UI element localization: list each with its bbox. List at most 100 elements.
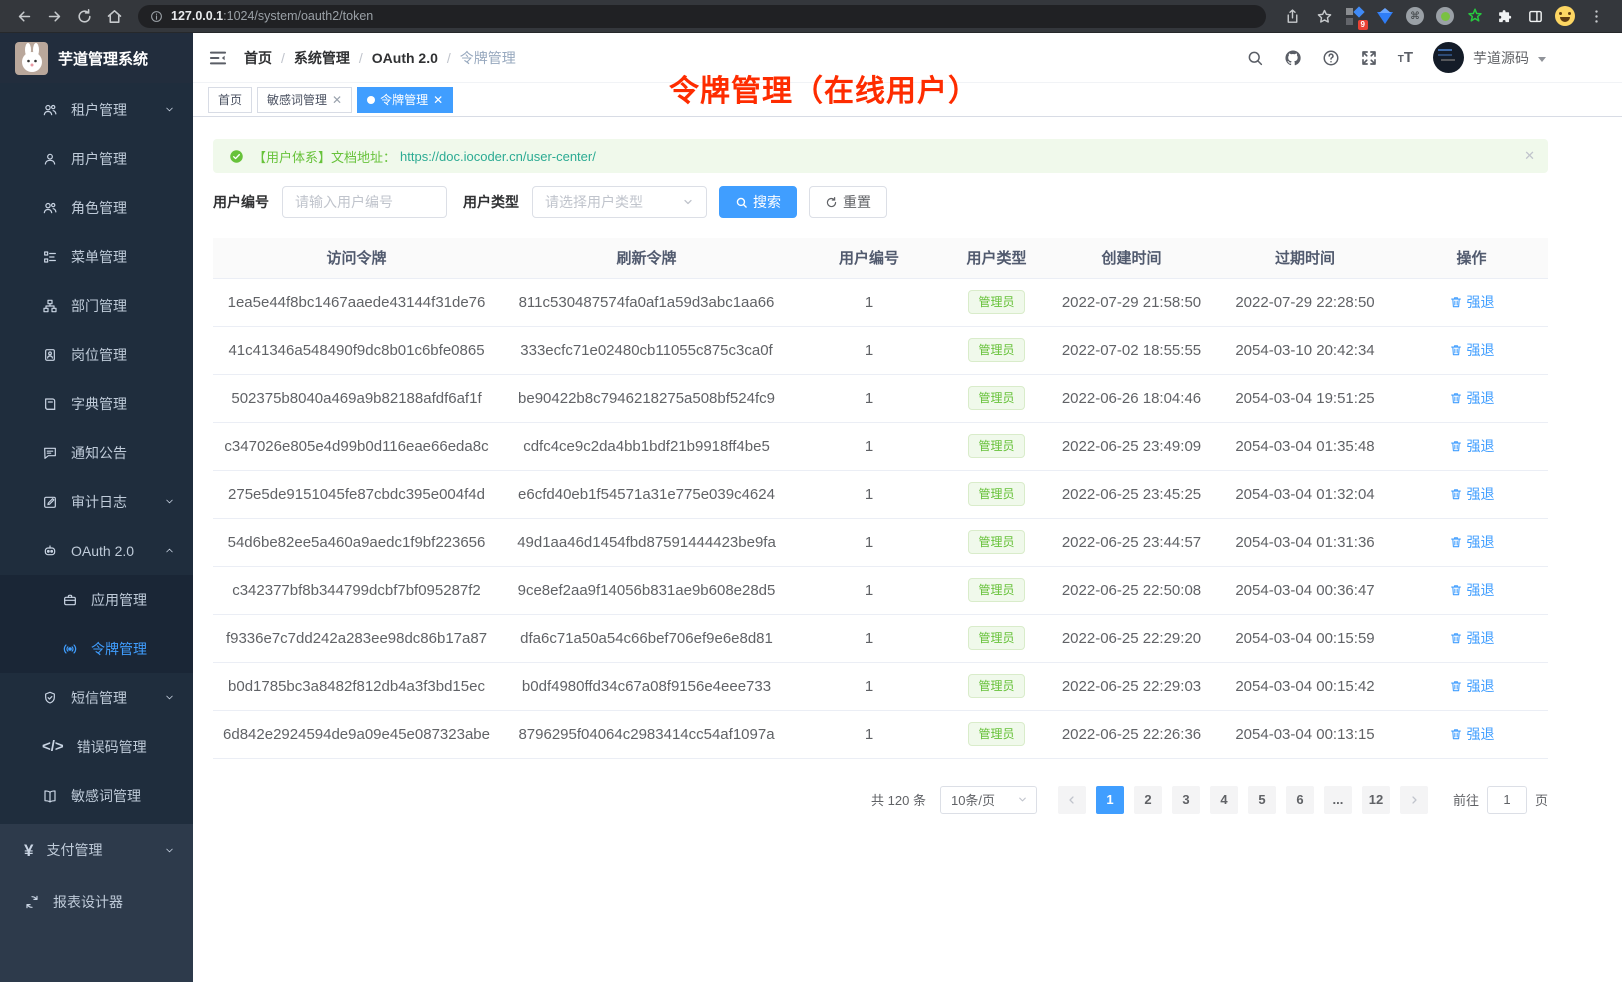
column-header: 刷新令牌 [500,238,793,278]
prev-page-button[interactable] [1058,786,1086,814]
compass-icon [24,894,40,910]
sidebar-item-user[interactable]: 用户管理 [0,134,193,183]
sidebar-item-sms[interactable]: 短信管理 [0,673,193,722]
force-logout-button[interactable]: 强退 [1449,580,1495,600]
trash-icon [1449,391,1463,405]
force-logout-button[interactable]: 强退 [1449,388,1495,408]
command-extension-icon[interactable]: ⌘ [1402,3,1428,29]
tab-close-icon[interactable]: ✕ [332,94,342,106]
github-icon[interactable] [1284,49,1302,67]
sidebar-item-error-code[interactable]: </>错误码管理 [0,722,193,771]
sidebar-item-menu[interactable]: 菜单管理 [0,232,193,281]
breadcrumb-item[interactable]: 系统管理 [294,48,350,68]
share-icon[interactable] [1278,3,1306,29]
force-logout-button[interactable]: 强退 [1449,676,1495,696]
user-menu[interactable]: 芋道源码 [1433,42,1546,73]
force-logout-button[interactable]: 强退 [1449,436,1495,456]
cell-access-token: c342377bf8b344799dcbf7bf095287f2 [213,566,500,614]
reset-button[interactable]: 重置 [809,186,887,218]
sidebar-item-role[interactable]: 角色管理 [0,183,193,232]
browser-forward-button[interactable] [40,3,68,29]
cell-user-type: 管理员 [945,566,1048,614]
font-size-icon[interactable]: TT [1398,50,1413,65]
goto-page-input[interactable] [1487,786,1527,814]
browser-reload-button[interactable] [70,3,98,29]
tab-home[interactable]: 首页 [208,87,252,113]
cell-create-time: 2022-06-25 23:49:09 [1048,422,1215,470]
app-icon [62,592,78,608]
sidebar-item-notice[interactable]: 通知公告 [0,428,193,477]
force-logout-button[interactable]: 强退 [1449,724,1495,744]
sidebar-fold-icon[interactable] [208,48,228,68]
sidebar-item-oauth2-app[interactable]: 应用管理 [0,575,193,624]
tab-token[interactable]: 令牌管理✕ [357,87,453,113]
chevron-down-icon [164,692,175,703]
page-ellipsis-button[interactable]: ... [1324,786,1352,814]
force-logout-button[interactable]: 强退 [1449,292,1495,312]
tab-sensitive-word[interactable]: 敏感词管理✕ [257,87,352,113]
tab-close-icon[interactable]: ✕ [433,94,443,106]
page-button-6[interactable]: 6 [1286,786,1314,814]
browser-menu-icon[interactable] [1582,3,1610,29]
help-icon[interactable] [1322,49,1340,67]
table-row: 54d6be82ee5a460a9aedc1f9bf22365649d1aa46… [213,518,1548,566]
sidebar-item-sensitive-word[interactable]: 敏感词管理 [0,771,193,820]
sidebar-item-pay[interactable]: ¥支付管理 [0,824,193,876]
browser-back-button[interactable] [10,3,38,29]
app-logo[interactable]: 芋道管理系统 [0,33,193,83]
browser-toolbar: 127.0.0.1:1024/system/oauth2/token 9 ⌘ [0,0,1622,33]
cell-expire-time: 2054-03-04 01:32:04 [1215,470,1395,518]
goto-label: 前往 [1453,790,1479,809]
address-bar[interactable]: 127.0.0.1:1024/system/oauth2/token [138,5,1266,28]
search-icon[interactable] [1246,49,1264,67]
trash-icon [1449,535,1463,549]
gem-extension-icon[interactable] [1372,3,1398,29]
page-size-select[interactable]: 10条/页 [940,786,1037,814]
user-type-badge: 管理员 [968,338,1024,362]
url-text: 127.0.0.1:1024/system/oauth2/token [171,9,373,23]
breadcrumb-item[interactable]: OAuth 2.0 [372,50,438,66]
site-info-icon[interactable] [150,10,163,23]
breadcrumb-item[interactable]: 首页 [244,48,272,68]
cell-user-id: 1 [793,662,945,710]
force-logout-button[interactable]: 强退 [1449,628,1495,648]
side-panel-icon[interactable] [1522,3,1548,29]
cell-action: 强退 [1395,710,1548,758]
cell-refresh-token: e6cfd40eb1f54571a31e775e039c4624 [500,470,793,518]
extensions-puzzle-icon[interactable] [1492,3,1518,29]
page-button-5[interactable]: 5 [1248,786,1276,814]
doc-link[interactable]: https://doc.iocoder.cn/user-center/ [400,149,596,164]
cell-refresh-token: cdfc4ce9c2da4bb1bdf21b9918ff4be5 [500,422,793,470]
profile-avatar-icon[interactable] [1552,3,1578,29]
fullscreen-icon[interactable] [1360,49,1378,67]
page-button-2[interactable]: 2 [1134,786,1162,814]
recorder-extension-icon[interactable] [1432,3,1458,29]
cell-action: 强退 [1395,518,1548,566]
sidebar-item-dict[interactable]: 字典管理 [0,379,193,428]
user-id-input[interactable] [282,186,447,218]
page-button-3[interactable]: 3 [1172,786,1200,814]
sidebar-item-oauth2-token[interactable]: 令牌管理 [0,624,193,673]
sidebar-item-tenant[interactable]: 租户管理 [0,85,193,134]
force-logout-button[interactable]: 强退 [1449,484,1495,504]
alert-close-icon[interactable]: ✕ [1524,148,1535,164]
sidebar-item-post[interactable]: 岗位管理 [0,330,193,379]
force-logout-button[interactable]: 强退 [1449,532,1495,552]
bookmark-star-icon[interactable] [1310,3,1338,29]
next-page-button[interactable] [1400,786,1428,814]
page-button-4[interactable]: 4 [1210,786,1238,814]
sidebar-item-audit-log[interactable]: 审计日志 [0,477,193,526]
page-button-1[interactable]: 1 [1096,786,1124,814]
force-logout-button[interactable]: 强退 [1449,340,1495,360]
browser-home-button[interactable] [100,3,128,29]
star-extension-icon[interactable] [1462,3,1488,29]
search-button[interactable]: 搜索 [719,186,797,218]
page-button-12[interactable]: 12 [1362,786,1390,814]
tab-manager-extension-icon[interactable]: 9 [1342,3,1368,29]
chevron-down-icon [164,496,175,507]
sidebar-item-dept[interactable]: 部门管理 [0,281,193,330]
user-type-select[interactable]: 请选择用户类型 [532,186,707,218]
sidebar-item-report-designer[interactable]: 报表设计器 [0,876,193,928]
sidebar-item-oauth2[interactable]: OAuth 2.0 [0,526,193,575]
sidebar-item-label: 报表设计器 [53,892,123,912]
